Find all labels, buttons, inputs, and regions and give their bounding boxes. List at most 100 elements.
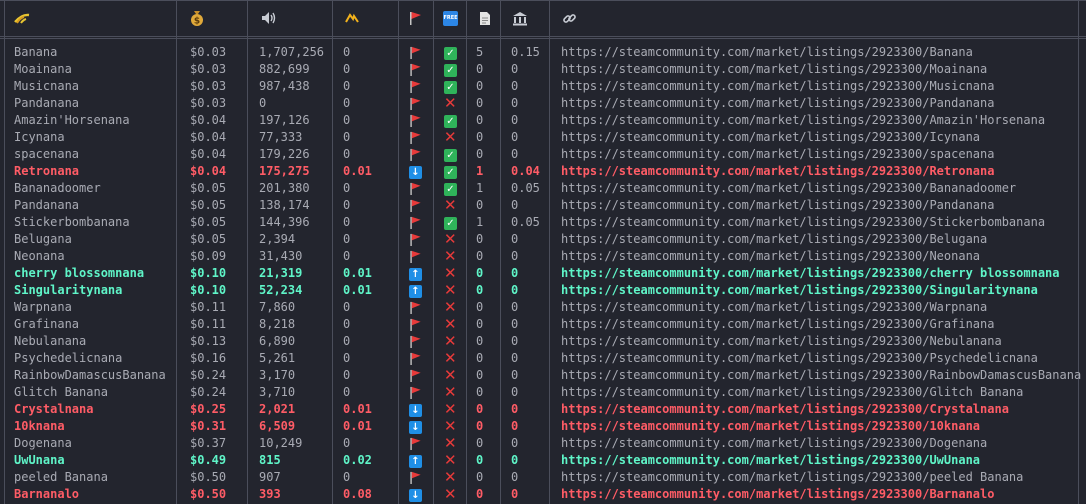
header-volume[interactable] xyxy=(261,0,277,36)
item-url[interactable]: https://steamcommunity.com/market/listin… xyxy=(561,299,987,316)
item-url[interactable]: https://steamcommunity.com/market/listin… xyxy=(561,146,994,163)
item-volume: 1,707,256 xyxy=(259,45,325,59)
item-url[interactable]: https://steamcommunity.com/market/listin… xyxy=(561,418,980,435)
table-row[interactable]: Amazin'Horsenana $0.04 197,126 0 0 0 https://s… xyxy=(0,112,1086,129)
item-change: 0 xyxy=(343,96,351,110)
item-url[interactable]: https://steamcommunity.com/market/listin… xyxy=(561,282,1038,299)
item-volume: 21,319 xyxy=(259,266,303,280)
item-price: $0.03 xyxy=(190,45,227,59)
cross-icon: ✕ xyxy=(444,434,457,452)
table-row[interactable]: Pandanana $0.03 0 0 0 0 https://steamcommunity… xyxy=(0,95,1086,112)
item-url[interactable]: https://steamcommunity.com/market/listin… xyxy=(561,231,987,248)
item-volume: 6,890 xyxy=(259,334,296,348)
item-url[interactable]: https://steamcommunity.com/market/listin… xyxy=(561,248,980,265)
table-row[interactable]: Dogenana $0.37 10,249 0 0 0 https://steamcommu… xyxy=(0,435,1086,452)
item-url[interactable]: https://steamcommunity.com/market/listin… xyxy=(561,452,980,469)
table-row[interactable]: Bananadoomer $0.05 201,380 0 1 0.05 https://st… xyxy=(0,180,1086,197)
header-flag[interactable] xyxy=(409,0,422,36)
item-volume: 815 xyxy=(259,453,281,467)
table-row[interactable]: Icynana $0.04 77,333 0 0 0 https://steamcommun… xyxy=(0,129,1086,146)
table-row[interactable]: Glitch Banana $0.24 3,710 0 0 0 https://steamc… xyxy=(0,384,1086,401)
item-bank-value: 0 xyxy=(511,266,519,280)
item-price: $0.31 xyxy=(190,419,227,433)
table-row[interactable]: 10knana $0.31 6,509 0.01 0 0 https://steamcomm… xyxy=(0,418,1086,435)
item-url[interactable]: https://steamcommunity.com/market/listin… xyxy=(561,265,1060,282)
table-row[interactable]: cherry blossomnana $0.10 21,319 0.01 0 0 https… xyxy=(0,265,1086,282)
item-url[interactable]: https://steamcommunity.com/market/listin… xyxy=(561,163,994,180)
trend-icon xyxy=(345,13,359,23)
table-row[interactable]: Psychedelicnana $0.16 5,261 0 0 0 https://stea… xyxy=(0,350,1086,367)
item-price: $0.04 xyxy=(190,164,227,178)
item-docs-count: 0 xyxy=(476,334,484,348)
table-row[interactable]: Musicnana $0.03 987,438 0 0 0 https://steamcom… xyxy=(0,78,1086,95)
item-url[interactable]: https://steamcommunity.com/market/listin… xyxy=(561,316,994,333)
red-flag-icon xyxy=(409,333,422,350)
item-bank-value: 0.04 xyxy=(511,164,540,178)
table-row[interactable]: Neonana $0.09 31,430 0 0 0 https://steamcommun… xyxy=(0,248,1086,265)
table-row[interactable]: Crystalnana $0.25 2,021 0.01 0 0 https://steam… xyxy=(0,401,1086,418)
item-url[interactable]: https://steamcommunity.com/market/listin… xyxy=(561,129,980,146)
table-row[interactable]: Nebulanana $0.13 6,890 0 0 0 https://steamcomm… xyxy=(0,333,1086,350)
red-flag-icon xyxy=(409,95,422,112)
item-url[interactable]: https://steamcommunity.com/market/listin… xyxy=(561,197,994,214)
item-url[interactable]: https://steamcommunity.com/market/listin… xyxy=(561,78,994,95)
item-bank-value: 0 xyxy=(511,283,519,297)
item-url[interactable]: https://steamcommunity.com/market/listin… xyxy=(561,469,1023,486)
item-url[interactable]: https://steamcommunity.com/market/listin… xyxy=(561,61,987,78)
cross-icon: ✕ xyxy=(444,451,457,469)
header-price[interactable]: $ xyxy=(190,0,204,36)
table-row[interactable]: Pandanana $0.05 138,174 0 0 0 https://steamcom… xyxy=(0,197,1086,214)
table-row[interactable]: Stickerbombanana $0.05 144,396 0 1 0.05 https:… xyxy=(0,214,1086,231)
item-url[interactable]: https://steamcommunity.com/market/listin… xyxy=(561,214,1045,231)
item-bank-value: 0 xyxy=(511,419,519,433)
item-price: $0.49 xyxy=(190,453,227,467)
item-bank-value: 0.05 xyxy=(511,181,540,195)
table-row[interactable]: peeled Banana $0.50 907 0 0 0 https://steamcom… xyxy=(0,469,1086,486)
item-url[interactable]: https://steamcommunity.com/market/listin… xyxy=(561,112,1045,129)
header-change[interactable] xyxy=(345,0,359,36)
item-name: spacenana xyxy=(14,147,80,161)
item-url[interactable]: https://steamcommunity.com/market/listin… xyxy=(561,384,1023,401)
item-url[interactable]: https://steamcommunity.com/market/listin… xyxy=(561,333,1002,350)
header-docs[interactable] xyxy=(479,0,491,36)
down-arrow-icon: ↓ xyxy=(409,163,422,180)
cross-icon: ✕ xyxy=(444,298,457,316)
item-price: $0.09 xyxy=(190,249,227,263)
item-url[interactable]: https://steamcommunity.com/market/listin… xyxy=(561,435,987,452)
item-change: 0.01 xyxy=(343,419,372,433)
item-name: UwUnana xyxy=(14,453,65,467)
red-flag-icon xyxy=(409,180,422,197)
item-url[interactable]: https://steamcommunity.com/market/listin… xyxy=(561,367,1081,384)
table-row[interactable]: spacenana $0.04 179,226 0 0 0 https://steamcom… xyxy=(0,146,1086,163)
table-row[interactable]: Grafinana $0.11 8,218 0 0 0 https://steamcommu… xyxy=(0,316,1086,333)
table-row[interactable]: Moainana $0.03 882,699 0 0 0 https://steamcomm… xyxy=(0,61,1086,78)
item-url[interactable]: https://steamcommunity.com/market/listin… xyxy=(561,180,1016,197)
item-volume: 5,261 xyxy=(259,351,296,365)
item-volume: 10,249 xyxy=(259,436,303,450)
table-row[interactable]: RainbowDamascusBanana $0.24 3,170 0 0 0 https:… xyxy=(0,367,1086,384)
header-bank[interactable] xyxy=(512,0,528,36)
item-change: 0 xyxy=(343,130,351,144)
header-link[interactable] xyxy=(562,0,577,36)
table-row[interactable]: UwUnana $0.49 815 0.02 0 0 https://steamcommun… xyxy=(0,452,1086,469)
item-url[interactable]: https://steamcommunity.com/market/listin… xyxy=(561,95,994,112)
table-row[interactable]: Retronana $0.04 175,275 0.01 1 0.04 https://st… xyxy=(0,163,1086,180)
cross-icon: ✕ xyxy=(444,383,457,401)
item-price: $0.10 xyxy=(190,266,227,280)
item-url[interactable]: https://steamcommunity.com/market/listin… xyxy=(561,350,1038,367)
item-docs-count: 0 xyxy=(476,79,484,93)
item-url[interactable]: https://steamcommunity.com/market/listin… xyxy=(561,44,973,61)
item-url[interactable]: https://steamcommunity.com/market/listin… xyxy=(561,486,994,503)
item-url[interactable]: https://steamcommunity.com/market/listin… xyxy=(561,401,1009,418)
table-row[interactable]: Warpnana $0.11 7,860 0 0 0 https://steamcommun… xyxy=(0,299,1086,316)
table-row[interactable]: Barnanalo $0.50 393 0.08 0 0 https://steamcomm… xyxy=(0,486,1086,503)
table-row[interactable]: Banana $0.03 1,707,256 0 5 0.15 https://steamc… xyxy=(0,44,1086,61)
header-free[interactable]: FREE xyxy=(443,0,458,36)
header-name[interactable] xyxy=(14,0,30,36)
item-volume: 3,170 xyxy=(259,368,296,382)
item-bank-value: 0 xyxy=(511,351,519,365)
item-volume: 3,710 xyxy=(259,385,296,399)
red-flag-icon xyxy=(409,214,422,231)
table-row[interactable]: Singularitynana $0.10 52,234 0.01 0 0 https://… xyxy=(0,282,1086,299)
table-row[interactable]: Beluganа $0.05 2,394 0 0 0 https://steamcommun… xyxy=(0,231,1086,248)
